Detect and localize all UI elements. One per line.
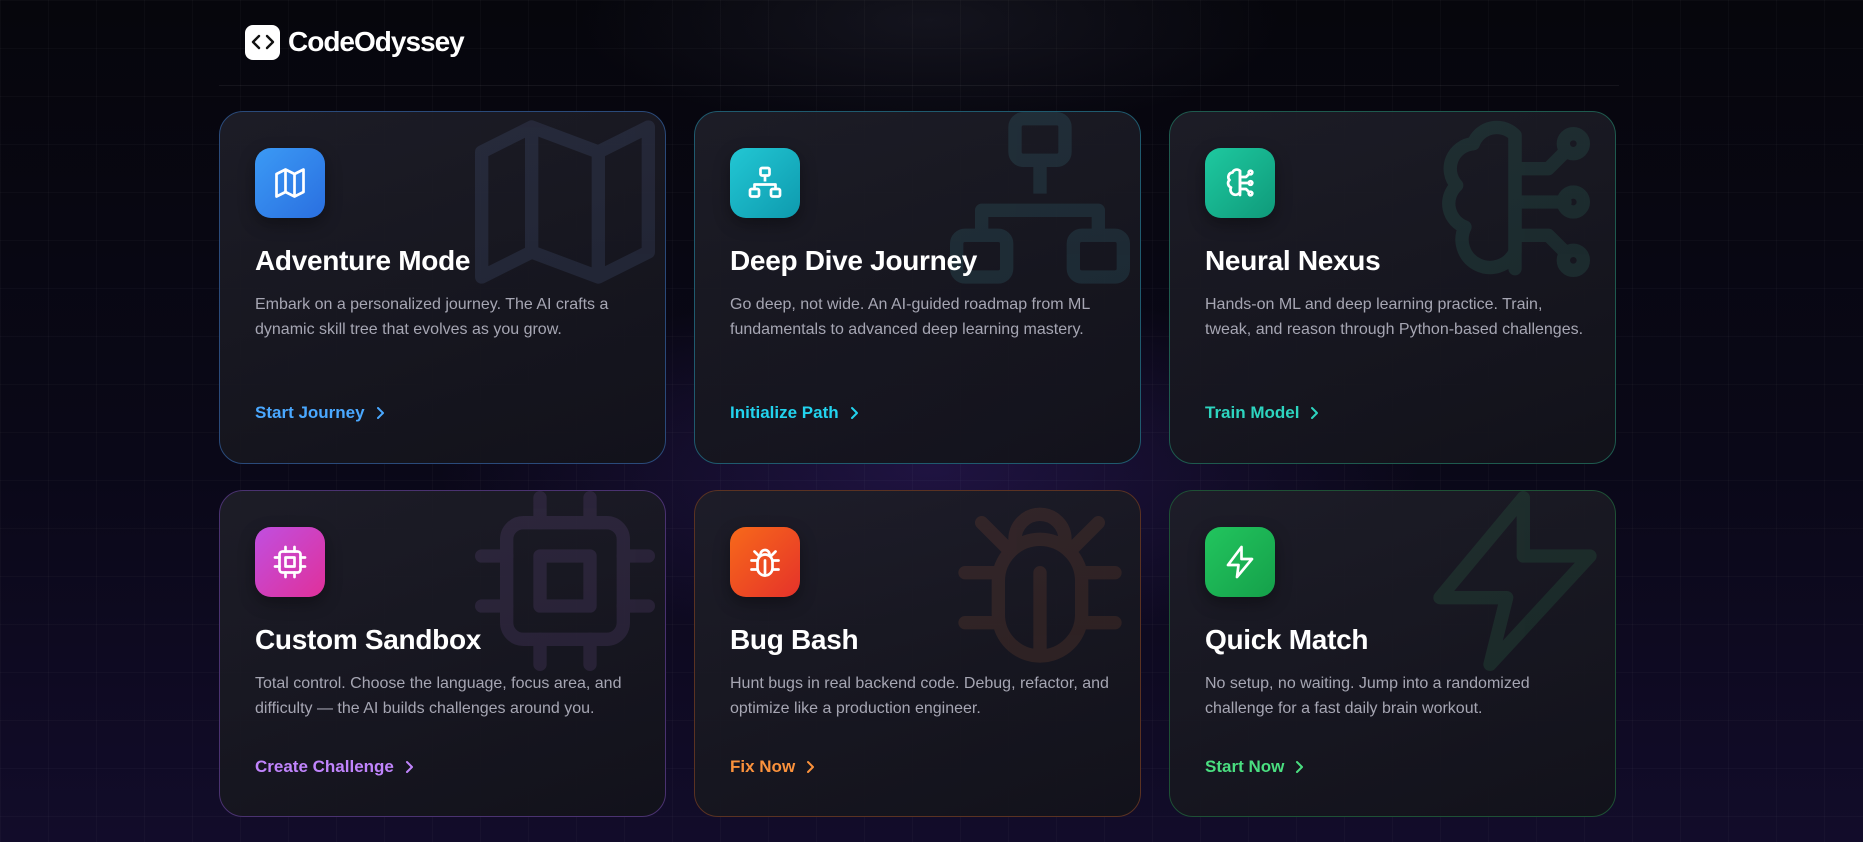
card-description: Hands-on ML and deep learning practice. … [1205, 296, 1584, 338]
start-journey-link[interactable]: Start Journey [255, 403, 385, 423]
card-bug-bash[interactable]: Bug Bash Hunt bugs in real backend code.… [694, 490, 1141, 817]
cta-label: Train Model [1205, 403, 1300, 422]
lightning-icon-watermark [1433, 491, 1597, 671]
card-title: Neural Nexus [1205, 245, 1381, 276]
card-title: Custom Sandbox [255, 624, 482, 655]
card-neural-nexus[interactable]: Neural Nexus Hands-on ML and deep learni… [1169, 111, 1616, 464]
card-quick-match[interactable]: Quick Match No setup, no waiting. Jump i… [1169, 490, 1616, 817]
chevron-right-icon [849, 406, 859, 420]
chevron-right-icon [375, 406, 385, 420]
card-title: Quick Match [1205, 624, 1369, 655]
chevron-right-icon [1294, 760, 1304, 774]
brand-logo-link[interactable]: CodeOdyssey [245, 24, 465, 60]
network-icon [730, 148, 800, 218]
bug-icon-watermark [958, 507, 1122, 663]
code-brackets-icon [245, 24, 280, 60]
chevron-right-icon [805, 760, 815, 774]
card-title: Deep Dive Journey [730, 245, 977, 276]
cta-label: Start Journey [255, 403, 365, 422]
fix-now-link[interactable]: Fix Now [730, 757, 815, 777]
card-description: No setup, no waiting. Jump into a random… [1205, 675, 1530, 717]
cpu-icon-watermark [475, 491, 655, 671]
cta-label: Create Challenge [255, 757, 394, 776]
start-now-link[interactable]: Start Now [1205, 757, 1304, 777]
card-title: Adventure Mode [255, 245, 471, 276]
cta-label: Initialize Path [730, 403, 839, 422]
bug-icon [730, 527, 800, 597]
card-description: Hunt bugs in real backend code. Debug, r… [730, 675, 1109, 717]
brain-circuit-icon [1205, 148, 1275, 218]
card-deep-dive-journey[interactable]: Deep Dive Journey Go deep, not wide. An … [694, 111, 1141, 464]
cpu-icon [255, 527, 325, 597]
card-title: Bug Bash [730, 624, 859, 655]
initialize-path-link[interactable]: Initialize Path [730, 403, 859, 423]
create-challenge-link[interactable]: Create Challenge [255, 757, 414, 777]
card-adventure-mode[interactable]: Adventure Mode Embark on a personalized … [219, 111, 666, 464]
brain-circuit-icon-watermark [1442, 120, 1590, 277]
lightning-icon [1205, 527, 1275, 597]
card-description: Total control. Choose the language, focu… [255, 675, 622, 717]
chevron-right-icon [404, 760, 414, 774]
map-icon-watermark [475, 120, 655, 284]
brand-name: CodeOdyssey [288, 26, 465, 57]
train-model-link[interactable]: Train Model [1205, 403, 1319, 423]
card-description: Embark on a personalized journey. The AI… [255, 296, 609, 338]
cta-label: Start Now [1205, 757, 1285, 776]
cta-label: Fix Now [730, 757, 796, 776]
card-description: Go deep, not wide. An AI-guided roadmap … [730, 296, 1090, 338]
top-navigation-bar: CodeOdyssey [219, 0, 1619, 86]
card-custom-sandbox[interactable]: Custom Sandbox Total control. Choose the… [219, 490, 666, 817]
map-icon [255, 148, 325, 218]
chevron-right-icon [1309, 406, 1319, 420]
